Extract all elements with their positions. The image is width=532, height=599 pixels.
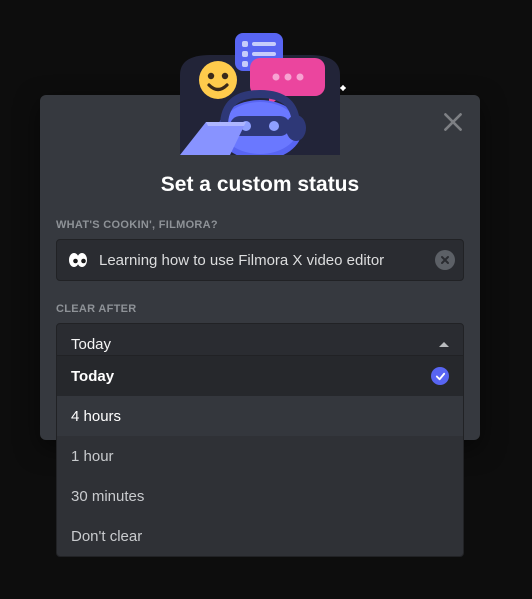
option-label: Don't clear xyxy=(71,528,142,545)
option-label: 4 hours xyxy=(71,408,121,425)
modal-title: Set a custom status xyxy=(56,173,464,197)
option-label: 30 minutes xyxy=(71,488,144,505)
status-prompt-label: WHAT'S COOKIN', FILMORA? xyxy=(56,219,464,231)
clear-option-4-hours[interactable]: 4 hours xyxy=(57,396,463,436)
status-hero-illustration xyxy=(160,30,360,155)
clear-status-icon[interactable] xyxy=(435,250,455,270)
clear-after-label: CLEAR AFTER xyxy=(56,303,464,315)
close-icon[interactable] xyxy=(440,109,466,135)
emoji-picker-button[interactable] xyxy=(65,247,91,273)
option-label: 1 hour xyxy=(71,448,114,465)
option-label: Today xyxy=(71,368,114,385)
clear-option-dont-clear[interactable]: Don't clear xyxy=(57,516,463,556)
clear-after-dropdown: Today 4 hours 1 hour 30 minutes Don't cl… xyxy=(56,355,464,557)
status-text-input[interactable] xyxy=(99,252,435,269)
status-input-row xyxy=(56,239,464,281)
chevron-up-icon xyxy=(439,342,449,347)
clear-option-1-hour[interactable]: 1 hour xyxy=(57,436,463,476)
clear-option-today[interactable]: Today xyxy=(57,356,463,396)
check-icon xyxy=(431,367,449,385)
eyes-icon xyxy=(66,248,90,272)
clear-after-selected-value: Today xyxy=(71,336,111,353)
clear-option-30-minutes[interactable]: 30 minutes xyxy=(57,476,463,516)
